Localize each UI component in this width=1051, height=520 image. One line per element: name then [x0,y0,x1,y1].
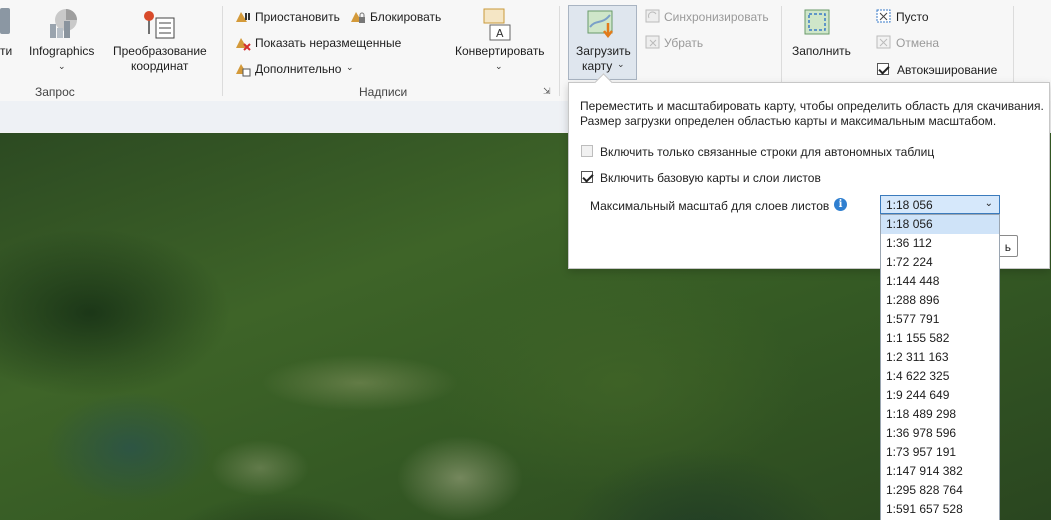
autocache-label: Автокэширование [897,63,998,77]
scale-option[interactable]: 1:144 448 [881,272,999,291]
more-labeling-icon [236,64,251,77]
scale-option[interactable]: 1:591 657 528 [881,500,999,519]
popup-description-line1: Переместить и масштабировать карту, чтоб… [580,99,1044,113]
scale-option[interactable]: 1:2 311 163 [881,348,999,367]
svg-text:A: A [496,27,504,40]
scale-option[interactable]: 1:577 791 [881,310,999,329]
scale-option[interactable]: 1:73 957 191 [881,443,999,462]
infographics-button[interactable]: Infographics [29,44,94,58]
pause-labeling-icon [236,12,250,22]
more-labeling-button[interactable]: Дополнительно [255,62,341,76]
max-scale-label: Максимальный масштаб для слоев листов [590,199,830,213]
cancel-cache-icon [876,35,891,49]
scale-option[interactable]: 1:18 489 298 [881,405,999,424]
more-labeling-chevron-icon[interactable]: ⌄ [346,62,354,73]
autocache-checkbox[interactable] [877,63,889,75]
lock-labels-button[interactable]: Блокировать [370,10,441,24]
convert-labels-button[interactable]: Конвертировать [455,44,545,58]
group-separator [559,6,560,96]
convert-labels-chevron-icon[interactable]: ⌄ [495,61,503,72]
sync-icon [645,9,660,23]
max-scale-select[interactable]: 1:18 056 ⌄ [880,195,1000,214]
group-separator [222,6,223,96]
scale-option[interactable]: 1:36 978 596 [881,424,999,443]
scale-option[interactable]: 1:295 828 764 [881,481,999,500]
scale-option[interactable]: 1:1 155 582 [881,329,999,348]
show-unplaced-icon [236,38,251,51]
pause-labeling-button[interactable]: Приостановить [255,10,340,24]
show-unplaced-button[interactable]: Показать неразмещенные [255,36,401,50]
scale-option[interactable]: 1:147 914 382 [881,462,999,481]
group-label-query: Запрос [35,85,75,99]
fill-cache-icon [804,9,830,35]
fill-cache-button[interactable]: Заполнить [792,44,851,58]
infographics-icon [50,9,77,38]
cancel-cache-button[interactable]: Отмена [896,36,939,50]
partial-tool-label[interactable]: ти [0,44,12,58]
scale-option[interactable]: 1:18 056 [881,215,999,234]
empty-cache-button[interactable]: Пусто [896,10,929,24]
related-rows-checkbox[interactable] [581,145,593,157]
convert-labels-icon: A [483,8,511,41]
scale-option[interactable]: 1:288 896 [881,291,999,310]
convert-coordinates-button-line2[interactable]: координат [131,59,188,73]
empty-cache-icon [876,9,891,23]
related-rows-label: Включить только связанные строки для авт… [600,145,935,159]
download-button-label: ь [1004,240,1011,254]
remove-icon [645,35,660,49]
convert-coordinates-button-line1[interactable]: Преобразование [113,44,207,58]
group-dialog-launcher-icon[interactable]: ⇲ [543,86,551,97]
infographics-chevron-icon[interactable]: ⌄ [58,61,66,72]
max-scale-select-value: 1:18 056 [886,198,933,212]
popup-description-line2: Размер загрузки определен областью карты… [580,114,997,128]
convert-coordinates-icon [144,11,175,39]
lock-labels-icon [351,12,365,23]
scale-option[interactable]: 1:9 244 649 [881,386,999,405]
download-map-label-line2: карту [582,59,613,73]
scale-option[interactable]: 1:4 622 325 [881,367,999,386]
remove-button[interactable]: Убрать [664,36,703,50]
sync-button[interactable]: Синхронизировать [664,10,769,24]
view-tab-strip [0,101,570,132]
basemap-checkbox[interactable] [581,171,593,183]
group-label-labeling: Надписи [359,85,408,99]
scale-option[interactable]: 1:72 224 [881,253,999,272]
scale-option[interactable]: 1:36 112 [881,234,999,253]
chevron-down-icon: ⌄ [984,198,993,209]
info-icon[interactable]: i [834,198,847,211]
max-scale-dropdown: 1:18 056 1:36 112 1:72 224 1:144 448 1:2… [880,214,1000,520]
basemap-label: Включить базовую карты и слои листов [600,171,821,185]
partial-tool-icon [0,8,10,34]
download-map-chevron-icon: ⌄ [617,59,625,69]
download-map-label-line1: Загрузить [576,44,631,58]
download-map-icon [587,10,613,39]
